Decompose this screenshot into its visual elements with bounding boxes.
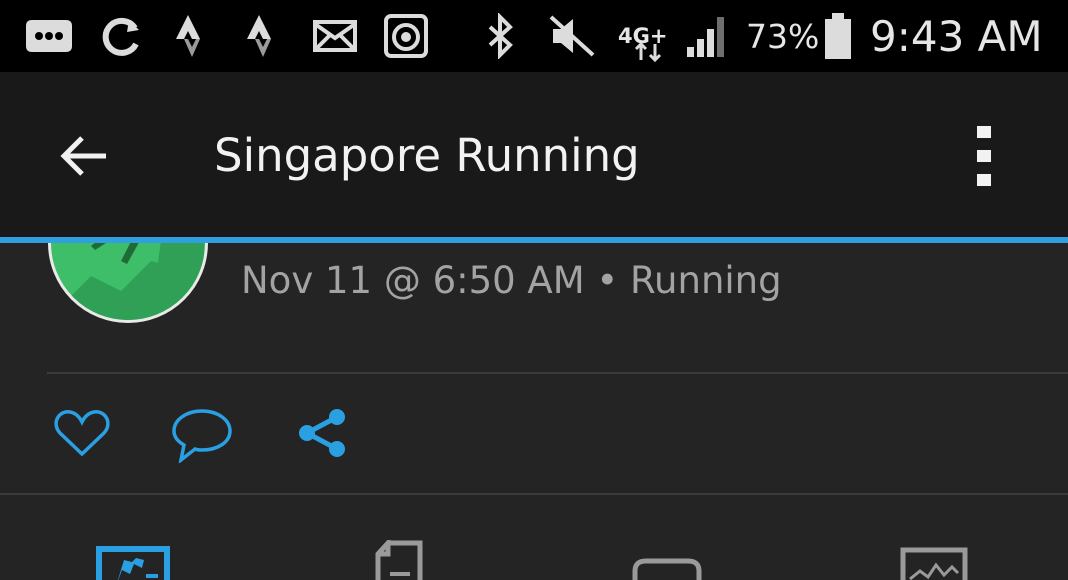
analysis-tab[interactable] xyxy=(900,547,968,580)
status-bar: 4G+ 73% 9:43 AM xyxy=(0,0,1068,72)
comment-icon xyxy=(172,409,232,463)
details-tab-icon xyxy=(375,536,423,580)
page-title: Singapore Running xyxy=(214,129,640,182)
activity-tab-icon xyxy=(96,546,170,580)
arrow-left-icon xyxy=(60,136,106,176)
overflow-menu-button[interactable] xyxy=(958,120,1010,192)
sync-icon xyxy=(98,10,144,62)
more-icon xyxy=(23,10,75,62)
more-vertical-icon xyxy=(977,126,991,186)
share-button[interactable] xyxy=(292,405,352,461)
activity-meta: Nov 11 @ 6:50 AM • Running xyxy=(241,259,782,302)
battery-icon xyxy=(822,10,854,62)
strava-icon xyxy=(172,10,212,62)
network-icon xyxy=(630,40,666,64)
comments-tab-icon xyxy=(632,558,702,580)
mail-icon xyxy=(312,10,358,62)
divider xyxy=(0,493,1068,495)
runner-icon xyxy=(51,243,205,320)
clock: 9:43 AM xyxy=(870,11,1043,61)
comments-tab[interactable] xyxy=(632,557,702,580)
share-icon xyxy=(299,409,345,457)
heart-icon xyxy=(54,410,110,457)
divider xyxy=(47,372,1068,374)
analysis-tab-icon xyxy=(900,547,968,580)
camera-icon xyxy=(382,10,430,62)
like-button[interactable] xyxy=(52,405,112,461)
avatar[interactable] xyxy=(48,243,208,323)
details-tab[interactable] xyxy=(374,536,426,580)
activity-tab[interactable] xyxy=(96,546,170,580)
strava-icon xyxy=(243,10,283,62)
back-button[interactable] xyxy=(52,121,116,191)
bluetooth-icon xyxy=(483,10,519,62)
battery-percent: 73% xyxy=(746,16,820,56)
signal-icon xyxy=(684,10,730,62)
activity-content: Nov 11 @ 6:50 AM • Running xyxy=(0,243,1068,580)
comment-button[interactable] xyxy=(170,405,234,465)
mute-icon xyxy=(548,10,596,62)
